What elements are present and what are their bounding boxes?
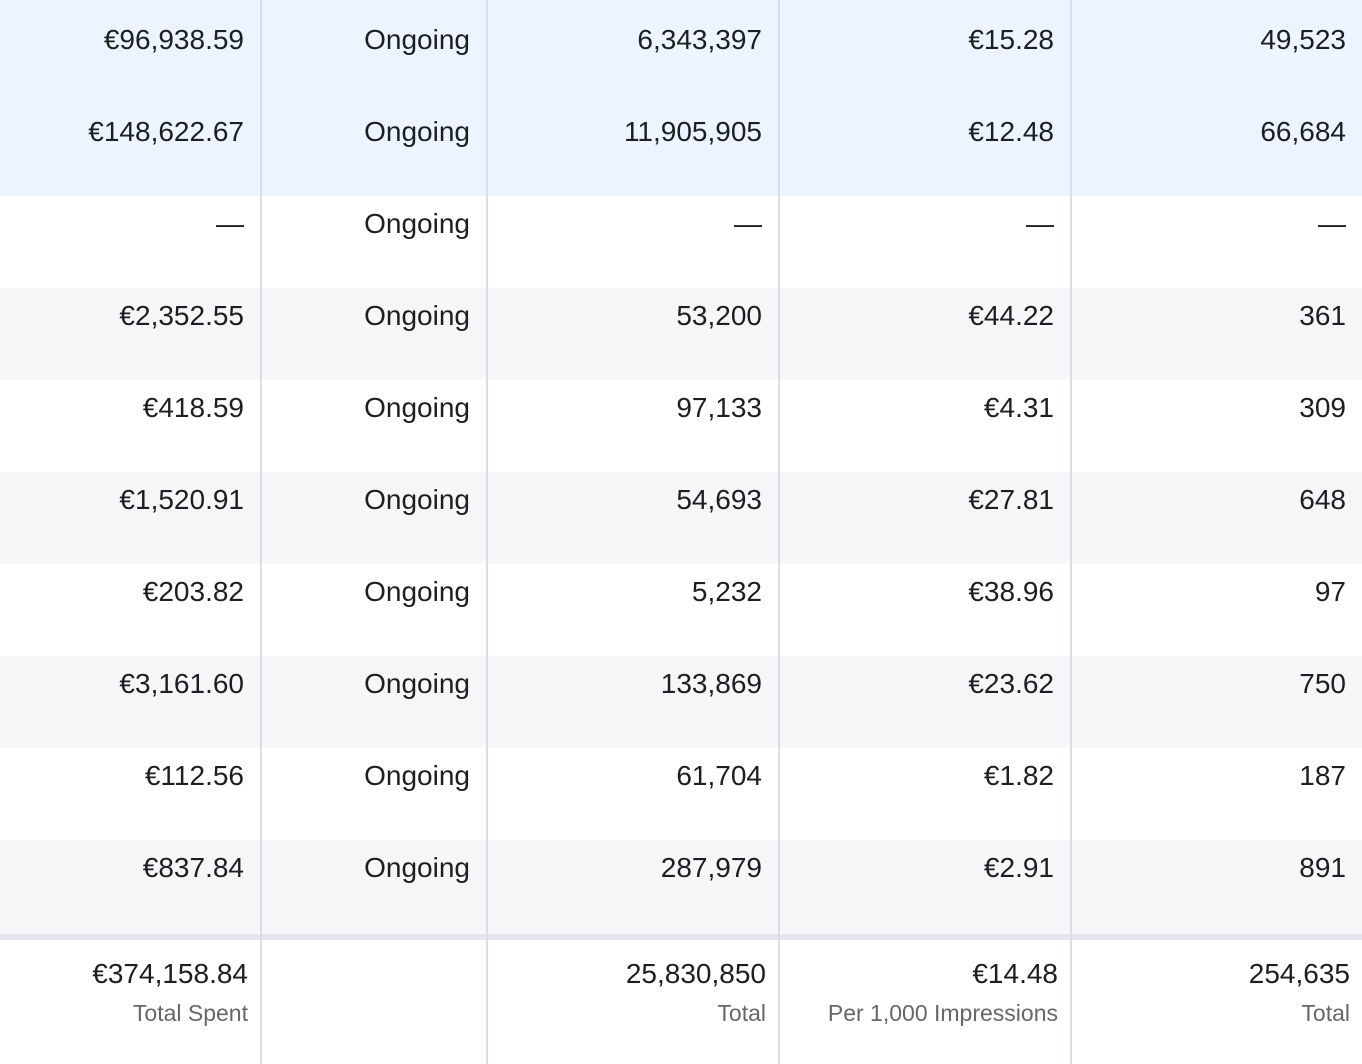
- table-row[interactable]: €112.56 Ongoing 61,704 €1.82 187: [0, 748, 1362, 840]
- ends-cell: Ongoing: [364, 760, 470, 791]
- summary-impressions: 25,830,850 Total: [488, 940, 766, 1064]
- impressions-cell: 97,133: [676, 392, 762, 423]
- impressions-cell: 11,905,905: [623, 116, 762, 147]
- link-clicks-cell: 66,684: [1260, 116, 1346, 147]
- ends-cell: Ongoing: [364, 116, 470, 147]
- summary-row: €374,158.84 Total Spent 25,830,850 Total…: [0, 940, 1362, 1064]
- table-row[interactable]: €2,352.55 Ongoing 53,200 €44.22 361: [0, 288, 1362, 380]
- link-clicks-cell: 891: [1299, 852, 1346, 883]
- ends-cell: Ongoing: [364, 576, 470, 607]
- cpm-cell: €12.48: [968, 116, 1054, 147]
- amount-spent-cell: €3,161.60: [119, 668, 244, 699]
- link-clicks-cell: 648: [1299, 484, 1346, 515]
- impressions-cell: 53,200: [676, 300, 762, 331]
- cpm-cell: €27.81: [968, 484, 1054, 515]
- impressions-cell: 5,232: [691, 576, 762, 607]
- ads-results-table: €96,938.59 Ongoing 6,343,397 €15.28 49,5…: [0, 0, 1362, 1064]
- amount-spent-cell: €112.56: [144, 760, 244, 791]
- amount-spent-cell: €418.59: [142, 392, 244, 423]
- summary-label: Total Spent: [132, 1000, 248, 1026]
- ends-cell: Ongoing: [364, 300, 470, 331]
- cpm-cell: €44.22: [968, 300, 1054, 331]
- summary-label: Total: [717, 1000, 766, 1026]
- cpm-cell: €4.31: [983, 392, 1054, 423]
- table-row[interactable]: €148,622.67 Ongoing 11,905,905 €12.48 66…: [0, 92, 1362, 196]
- cpm-cell: €23.62: [968, 668, 1054, 699]
- ends-cell: Ongoing: [364, 208, 470, 239]
- impressions-cell: —: [734, 208, 762, 239]
- table-row[interactable]: €3,161.60 Ongoing 133,869 €23.62 750: [0, 656, 1362, 748]
- cpm-cell: €2.91: [983, 852, 1054, 883]
- summary-cpm: €14.48 Per 1,000 Impressions: [780, 940, 1058, 1064]
- column-resize-handle[interactable]: [260, 0, 262, 1064]
- cpm-cell: €38.96: [968, 576, 1054, 607]
- summary-label: Per 1,000 Impressions: [827, 1000, 1058, 1026]
- summary-value: €14.48: [972, 958, 1058, 989]
- amount-spent-cell: €96,938.59: [103, 24, 244, 55]
- summary-link-clicks: 254,635 Total: [1072, 940, 1350, 1064]
- amount-spent-cell: €1,520.91: [119, 484, 244, 515]
- cpm-cell: —: [1026, 208, 1054, 239]
- summary-label: Total: [1301, 1000, 1350, 1026]
- link-clicks-cell: 187: [1299, 760, 1346, 791]
- ends-cell: Ongoing: [364, 484, 470, 515]
- link-clicks-cell: —: [1318, 208, 1346, 239]
- summary-value: 25,830,850: [625, 958, 766, 989]
- ends-cell: Ongoing: [364, 392, 470, 423]
- table-row[interactable]: — Ongoing — — —: [0, 196, 1362, 288]
- table-row[interactable]: €96,938.59 Ongoing 6,343,397 €15.28 49,5…: [0, 0, 1362, 92]
- link-clicks-cell: 49,523: [1260, 24, 1346, 55]
- table-row[interactable]: €837.84 Ongoing 287,979 €2.91 891: [0, 840, 1362, 934]
- impressions-cell: 54,693: [676, 484, 762, 515]
- impressions-cell: 61,704: [676, 760, 762, 791]
- ends-cell: Ongoing: [364, 24, 470, 55]
- column-resize-handle[interactable]: [1070, 0, 1072, 1064]
- table-row[interactable]: €418.59 Ongoing 97,133 €4.31 309: [0, 380, 1362, 472]
- amount-spent-cell: €2,352.55: [119, 300, 244, 331]
- link-clicks-cell: 309: [1299, 392, 1346, 423]
- impressions-cell: 6,343,397: [637, 24, 762, 55]
- amount-spent-cell: €148,622.67: [88, 116, 244, 147]
- table-row[interactable]: €203.82 Ongoing 5,232 €38.96 97: [0, 564, 1362, 656]
- table-row[interactable]: €1,520.91 Ongoing 54,693 €27.81 648: [0, 472, 1362, 564]
- impressions-cell: 287,979: [660, 852, 762, 883]
- link-clicks-cell: 750: [1299, 668, 1346, 699]
- ends-cell: Ongoing: [364, 852, 470, 883]
- summary-value: 254,635: [1248, 958, 1350, 989]
- cpm-cell: €1.82: [983, 760, 1054, 791]
- summary-value: €374,158.84: [92, 958, 248, 989]
- column-resize-handle[interactable]: [778, 0, 780, 1064]
- link-clicks-cell: 97: [1314, 576, 1346, 607]
- impressions-cell: 133,869: [660, 668, 762, 699]
- amount-spent-cell: €837.84: [142, 852, 244, 883]
- amount-spent-cell: €203.82: [142, 576, 244, 607]
- summary-amount-spent: €374,158.84 Total Spent: [0, 940, 248, 1064]
- amount-spent-cell: —: [216, 208, 244, 239]
- link-clicks-cell: 361: [1299, 300, 1346, 331]
- cpm-cell: €15.28: [968, 24, 1054, 55]
- ends-cell: Ongoing: [364, 668, 470, 699]
- column-resize-handle[interactable]: [486, 0, 488, 1064]
